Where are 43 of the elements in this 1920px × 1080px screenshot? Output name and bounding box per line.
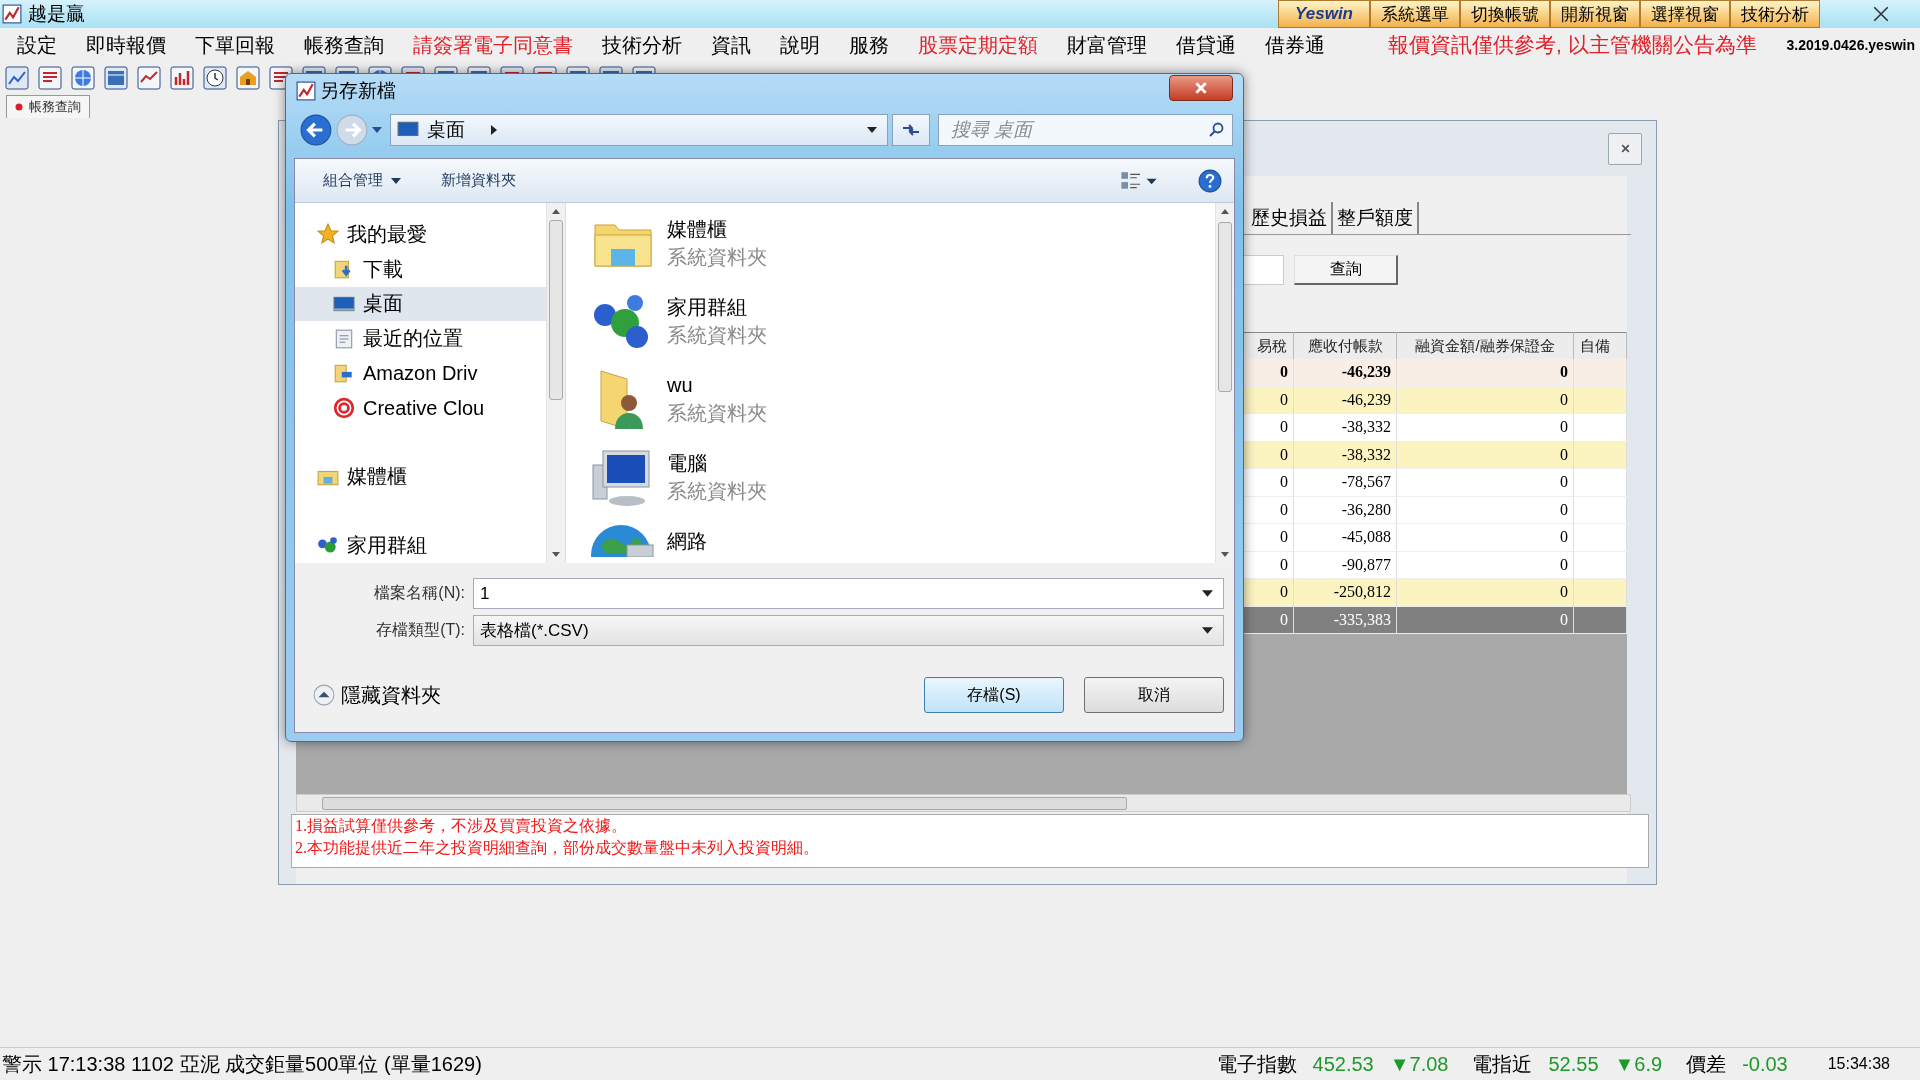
table-cell: -78,567 (1293, 468, 1397, 496)
clock-time: 15:34:38 (1827, 1055, 1890, 1073)
quote-change: ▼7.08 (1389, 1052, 1449, 1076)
table-cell: -46,239 (1293, 386, 1397, 414)
table-cell: -36,280 (1293, 496, 1397, 524)
quote-value: -0.03 (1742, 1052, 1788, 1076)
table-cell: 0 (1396, 606, 1574, 634)
note-text: 1.損益試算僅供參考，不涉及買賣投資之依據。 (295, 816, 628, 836)
alert-text: 警示 17:13:38 1102 亞泥 成交鉅量500單位 (單量1629) (2, 1051, 482, 1077)
table-cell: 0 (1396, 413, 1574, 441)
table-cell: 0 (1396, 386, 1574, 414)
table-cell: -38,332 (1293, 413, 1397, 441)
table-cell: -45,088 (1293, 523, 1397, 551)
table-cell: 0 (1396, 578, 1574, 606)
table-cell: 0 (1396, 468, 1574, 496)
column-header: 應收付帳款 (1293, 332, 1397, 359)
field-label: 存檔類型(T): (375, 620, 466, 640)
quote-value: 52.55 (1548, 1052, 1599, 1076)
column-header: 融資金額/融券保證金 (1396, 332, 1574, 359)
dialog-title: 另存新檔 (320, 79, 396, 103)
field-label: 檔案名稱(N): (373, 583, 466, 603)
table-cell: -38,332 (1293, 441, 1397, 469)
column-header: 自備 (1573, 332, 1627, 359)
table-cell: -250,812 (1293, 578, 1397, 606)
logo: Yeswin (1278, 0, 1370, 28)
quote-change: ▼6.9 (1614, 1052, 1663, 1076)
table-cell: -90,877 (1293, 551, 1397, 579)
table-cell: 0 (1396, 551, 1574, 579)
table-cell: -335,383 (1293, 606, 1397, 634)
table-cell: 0 (1396, 523, 1574, 551)
note-text: 2.本功能提供近二年之投資明細查詢，部份成交數量盤中未列入投資明細。 (295, 838, 819, 858)
quote-label: 電子指數 (1216, 1051, 1297, 1077)
table-cell: 0 (1396, 496, 1574, 524)
window-title: 越是贏 (28, 2, 85, 26)
location-text: 桌面 (426, 118, 465, 142)
version-text: 3.2019.0426.yeswin (1786, 37, 1915, 53)
table-cell: 0 (1396, 441, 1574, 469)
quote-value: 452.53 (1312, 1052, 1374, 1076)
notice-text: 報價資訊僅供參考, 以主管機關公告為準 (1388, 32, 1757, 58)
table-cell: -46,239 (1293, 359, 1397, 386)
quote-label: 價差 (1686, 1051, 1727, 1077)
quote-label: 電指近 (1472, 1051, 1533, 1077)
table-cell: 0 (1396, 359, 1574, 386)
